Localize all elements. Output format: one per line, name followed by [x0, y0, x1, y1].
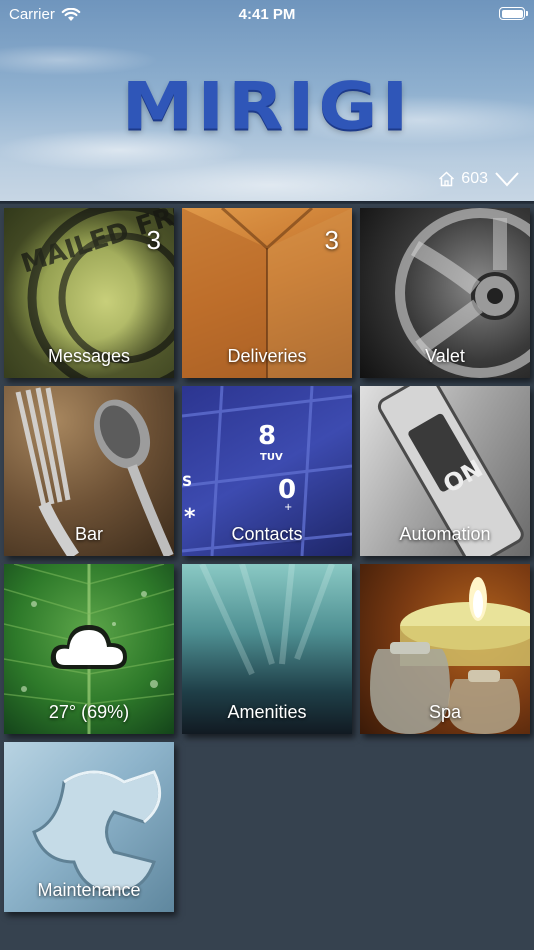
tile-maintenance[interactable]: Maintenance	[4, 742, 174, 912]
svg-text:8: 8	[258, 421, 276, 451]
tile-label-maintenance: Maintenance	[37, 880, 141, 900]
svg-text:0: 0	[278, 475, 296, 505]
battery-icon	[499, 7, 528, 20]
tile-amenities[interactable]: Amenities	[182, 564, 352, 734]
home-icon	[439, 171, 455, 187]
app-logo: MIRIGI	[0, 64, 534, 148]
status-time: 4:41 PM	[238, 6, 296, 23]
tile-label-contacts: Contacts	[231, 524, 303, 544]
tile-messages[interactable]: MAILED FRO 3 Messages	[4, 208, 174, 378]
status-bar: Carrier 4:41 PM	[0, 0, 534, 30]
unit-selector[interactable]: 603	[438, 170, 520, 188]
app-screen: Carrier 4:41 PM MIRIGI 603 MAILED FRO	[0, 0, 534, 950]
svg-text:TUV: TUV	[260, 452, 283, 463]
tile-bar[interactable]: Bar	[4, 386, 174, 556]
tile-spa[interactable]: Spa	[360, 564, 530, 734]
tile-label-amenities: Amenities	[227, 702, 307, 722]
tile-label-weather: 27° (69%)	[48, 702, 130, 722]
svg-text:S: S	[182, 474, 192, 490]
header-divider	[0, 201, 534, 204]
tile-contacts[interactable]: 8 TUV 0 + S * Contacts	[182, 386, 352, 556]
tile-label-automation: Automation	[399, 524, 491, 544]
tile-label-spa: Spa	[428, 702, 462, 722]
tile-weather[interactable]: 27° (69%)	[4, 564, 174, 734]
deliveries-badge: 3	[324, 225, 339, 255]
tile-label-valet: Valet	[425, 346, 465, 366]
logo-text: MIRIGI	[121, 68, 413, 144]
cloud-weather-icon	[50, 625, 127, 669]
tile-label-messages: Messages	[47, 346, 131, 366]
tile-valet[interactable]: Valet	[360, 208, 530, 378]
tile-label-deliveries: Deliveries	[227, 346, 307, 366]
svg-text:+: +	[284, 502, 292, 513]
messages-badge: 3	[146, 225, 161, 255]
tile-automation[interactable]: ON Automation	[360, 386, 530, 556]
unit-number: 603	[461, 170, 488, 187]
tile-deliveries[interactable]: 3 Deliveries	[182, 208, 352, 378]
tile-label-bar: Bar	[74, 524, 103, 544]
chevron-down-icon	[495, 172, 519, 187]
